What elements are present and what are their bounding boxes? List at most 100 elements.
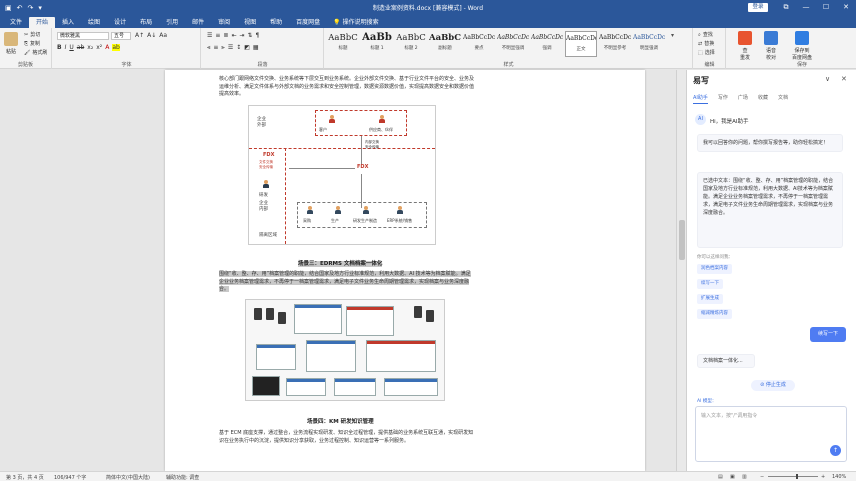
login-button[interactable]: 登录	[748, 3, 768, 12]
ribbon-display-icon[interactable]: ⧉	[776, 0, 796, 15]
model-selector[interactable]: AI 模型：	[697, 398, 716, 404]
print-layout-icon[interactable]: ▣	[730, 474, 735, 480]
tab-home[interactable]: 开始	[29, 17, 56, 28]
change-case-icon[interactable]: Aa	[159, 32, 167, 39]
justify-icon[interactable]: ☰	[228, 44, 233, 52]
tab-ai-assistant[interactable]: AI助手	[693, 94, 708, 104]
cut-button[interactable]: ✂ 剪切	[24, 31, 40, 39]
style-emphasis[interactable]: AaBbCcDc 强调	[531, 31, 563, 57]
show-marks-icon[interactable]: ¶	[256, 32, 260, 39]
multilevel-list-icon[interactable]: ≣	[223, 32, 228, 39]
chat-input[interactable]: 输入文本，按"/"调用指令 ↑	[695, 406, 847, 462]
decrease-indent-icon[interactable]: ⇤	[231, 32, 236, 39]
align-left-icon[interactable]: ⫷	[207, 44, 210, 52]
paragraph-1[interactable]: 核心部门跟网络文件交换、业务系统等下层交互到业务系统。企业外部文件交换、基于行业…	[219, 76, 474, 99]
style-subtle-reference[interactable]: AaBbCcDc 不明显参考	[599, 31, 631, 57]
close-panel-icon[interactable]: ✕	[841, 75, 847, 83]
architecture-diagram[interactable]: 企业 外部 客户 供应商、伙伴 FDX 文件交换 安全传输 FDX 内部交换 安…	[248, 105, 436, 245]
web-layout-icon[interactable]: ▥	[742, 474, 747, 480]
customize-icon[interactable]: ▾	[38, 4, 42, 12]
align-center-icon[interactable]: ≡	[213, 44, 218, 52]
zoom-slider-knob[interactable]	[796, 474, 798, 479]
styles-more-icon[interactable]: ▾	[671, 32, 674, 39]
shading-icon[interactable]: ◩	[244, 44, 250, 52]
tab-favorites[interactable]: 收藏	[758, 94, 768, 104]
style-subtitle[interactable]: AaBbC 副标题	[429, 31, 461, 57]
font-size-select[interactable]: 五号	[111, 32, 131, 40]
save-icon[interactable]: ▣	[5, 4, 12, 12]
tab-review[interactable]: 审阅	[211, 17, 237, 28]
zoom-in-icon[interactable]: +	[821, 474, 825, 480]
format-painter-button[interactable]: 🖌 格式刷	[24, 49, 47, 57]
scrollbar-thumb[interactable]	[679, 220, 685, 260]
highlight-icon[interactable]: ab	[112, 44, 120, 51]
tab-draw[interactable]: 绘图	[81, 17, 107, 28]
bullets-icon[interactable]: ☰	[207, 32, 212, 39]
tab-design[interactable]: 设计	[107, 17, 133, 28]
sort-icon[interactable]: ⇅	[248, 32, 253, 39]
italic-icon[interactable]: I	[65, 44, 67, 51]
suggestion-chip[interactable]: 缩减精炼内容	[697, 309, 732, 319]
numbering-icon[interactable]: ≡	[215, 32, 220, 39]
redo-icon[interactable]: ↷	[28, 4, 34, 12]
style-heading2[interactable]: AaBbC 标题 2	[395, 31, 427, 57]
style-subtle-emphasis[interactable]: AaBbCcDc 不明显强调	[497, 31, 529, 57]
find-button[interactable]: ⌕ 查找	[698, 31, 713, 39]
superscript-icon[interactable]: x²	[96, 44, 102, 51]
tab-layout[interactable]: 布局	[133, 17, 159, 28]
collapse-panel-icon[interactable]: ∨	[825, 75, 830, 83]
select-button[interactable]: ⬚ 选择	[698, 49, 715, 57]
voice-proofread-button[interactable]: 语音 校对	[759, 31, 783, 61]
tab-file[interactable]: 文件	[3, 17, 29, 28]
increase-indent-icon[interactable]: ⇥	[239, 32, 244, 39]
read-mode-icon[interactable]: ▤	[718, 474, 723, 480]
font-name-select[interactable]: 微软雅黑	[57, 32, 109, 40]
system-screenshot-image[interactable]	[245, 299, 445, 401]
paragraph-2[interactable]: 围绕“收、整、存、用”档案管理的职能，结合国家及地方行业标准规范，利用大数据、A…	[219, 271, 474, 294]
tab-view[interactable]: 视图	[237, 17, 263, 28]
check-duplicate-button[interactable]: 查 重发	[733, 31, 757, 61]
page-count[interactable]: 第 3 页，共 4 页	[6, 474, 44, 481]
align-right-icon[interactable]: ⫸	[221, 44, 224, 52]
document-page[interactable]: 核心部门跟网络文件交换、业务系统等下层交互到业务系统。企业外部文件交换、基于行业…	[165, 70, 645, 471]
minimize-icon[interactable]: —	[796, 0, 816, 15]
suggestion-chip[interactable]: 扩展生成	[697, 294, 723, 304]
word-count[interactable]: 106/947 个字	[54, 474, 86, 481]
tab-writing[interactable]: 写作	[718, 94, 728, 104]
copy-button[interactable]: ⎘ 复制	[24, 40, 40, 48]
tab-docs[interactable]: 文档	[778, 94, 788, 104]
line-spacing-icon[interactable]: ↕	[236, 44, 241, 52]
maximize-icon[interactable]: ☐	[816, 0, 836, 15]
tab-help[interactable]: 帮助	[263, 17, 289, 28]
borders-icon[interactable]: ▦	[253, 44, 259, 52]
style-intense-emphasis[interactable]: AaBbCcDc 明显强调	[633, 31, 665, 57]
shrink-font-icon[interactable]: A↓	[147, 32, 156, 39]
accessibility-indicator[interactable]: 辅助功能: 调查	[166, 474, 199, 481]
language-indicator[interactable]: 简体中文(中国大陆)	[106, 474, 150, 481]
style-heading1[interactable]: AaBb 标题 1	[361, 31, 393, 57]
save-baidu-button[interactable]: 保存到 百度网盘	[787, 31, 817, 61]
style-normal[interactable]: AaBbCcDd 正文	[565, 31, 597, 57]
suggestion-chip[interactable]: 续写一下	[697, 279, 723, 289]
tab-baidu-netdisk[interactable]: 百度网盘	[289, 17, 327, 28]
zoom-level[interactable]: 140%	[832, 474, 846, 480]
tab-references[interactable]: 引用	[159, 17, 185, 28]
tab-mailings[interactable]: 邮件	[185, 17, 211, 28]
close-icon[interactable]: ✕	[836, 0, 856, 15]
tell-me-search[interactable]: 💡 操作说明搜索	[333, 17, 378, 28]
tab-insert[interactable]: 插入	[55, 17, 81, 28]
zoom-slider[interactable]	[768, 476, 818, 477]
replace-button[interactable]: ⇄ 替换	[698, 40, 714, 48]
tab-square[interactable]: 广场	[738, 94, 748, 104]
strikethrough-icon[interactable]: ab	[77, 44, 85, 51]
selected-text[interactable]: 围绕“收、整、存、用”档案管理的职能，结合国家及地方行业标准规范，利用大数据、A…	[219, 271, 471, 292]
style-title[interactable]: AaBbC 标题	[327, 31, 359, 57]
paragraph-3[interactable]: 基于 ECM 底座支撑，通过整合，业务流程实现研发、知识全过程管理，提供基础的业…	[219, 430, 474, 445]
paste-button[interactable]: 粘贴	[4, 32, 18, 55]
underline-icon[interactable]: U	[69, 44, 73, 51]
bold-icon[interactable]: B	[57, 44, 62, 51]
suggestion-chip[interactable]: 润色档案内容	[697, 264, 732, 274]
grow-font-icon[interactable]: A↑	[135, 32, 144, 39]
stop-generating-button[interactable]: ⊘ 停止生成	[751, 380, 795, 391]
font-color-icon[interactable]: A	[105, 44, 109, 51]
